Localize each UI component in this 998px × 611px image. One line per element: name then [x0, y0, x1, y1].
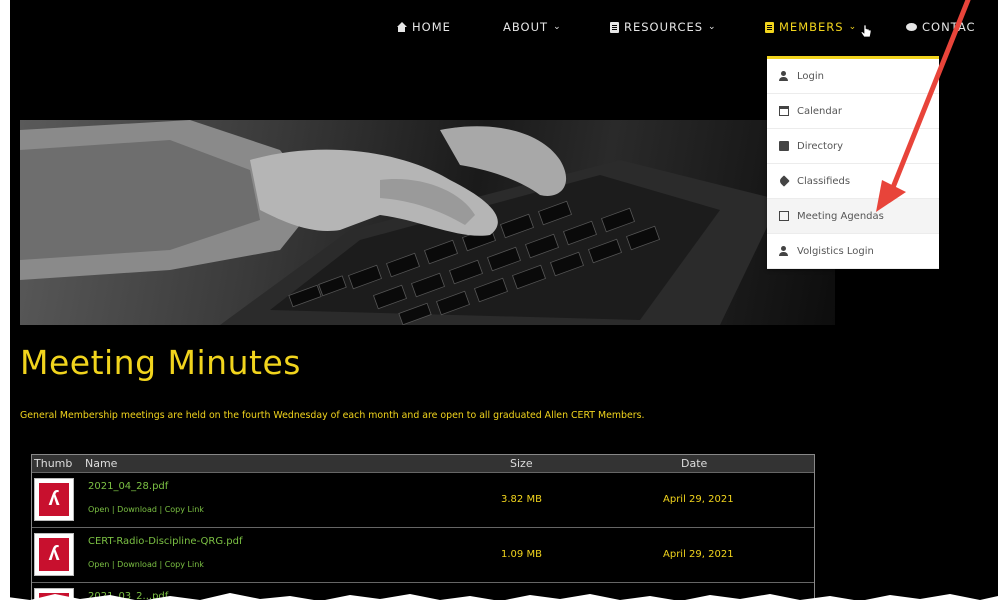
chat-icon [906, 22, 917, 33]
copy-link[interactable]: Copy Link [165, 560, 204, 569]
document-icon [779, 141, 789, 151]
files-table: Thumb Name Size Date ʎ 2021_04_28.pdf Op… [31, 454, 815, 600]
table-row: ʎ 2021_04_28.pdf Open | Download | Copy … [32, 472, 814, 527]
file-name-link[interactable]: CERT-Radio-Discipline-QRG.pdf [88, 536, 243, 547]
dropdown-item-label: Classifieds [797, 175, 851, 187]
document-icon [765, 21, 774, 33]
pdf-icon: ʎ [39, 483, 69, 516]
download-link[interactable]: Download [117, 505, 157, 514]
file-date: April 29, 2021 [663, 549, 734, 560]
chevron-down-icon: ⌄ [708, 22, 717, 32]
dropdown-item-calendar[interactable]: Calendar [767, 94, 939, 129]
dropdown-item-meeting-agendas[interactable]: Meeting Agendas [767, 199, 939, 234]
table-header: Thumb Name Size Date [32, 455, 814, 472]
nav-resources[interactable]: RESOURCES ⌄ [610, 20, 717, 34]
dropdown-item-directory[interactable]: Directory [767, 129, 939, 164]
hand-cursor-icon [860, 24, 872, 38]
header-thumb[interactable]: Thumb [34, 457, 72, 470]
nav-contact-label: CONTAC [922, 20, 976, 34]
dropdown-item-label: Login [797, 70, 824, 82]
nav-about-label: ABOUT [503, 20, 549, 34]
nav-members-label: MEMBERS [779, 20, 844, 34]
page-title: Meeting Minutes [20, 343, 301, 382]
table-row: ʎ CERT-Radio-Discipline-QRG.pdf Open | D… [32, 527, 814, 582]
dropdown-item-label: Meeting Agendas [797, 210, 884, 222]
file-actions: Open | Download | Copy Link [88, 505, 204, 514]
header-date[interactable]: Date [681, 457, 707, 470]
dropdown-item-classifieds[interactable]: Classifieds [767, 164, 939, 199]
file-size: 1.09 MB [501, 549, 542, 560]
chevron-down-icon: ⌄ [553, 22, 562, 32]
calendar-icon [779, 106, 789, 116]
screen: HOME ABOUT ⌄ RESOURCES ⌄ MEMBERS ⌄ CONTA… [10, 0, 998, 600]
tag-icon [778, 175, 790, 187]
header-size[interactable]: Size [510, 457, 533, 470]
nav-members[interactable]: MEMBERS ⌄ [765, 20, 857, 34]
file-size: 3.82 MB [501, 494, 542, 505]
header-name[interactable]: Name [85, 457, 117, 470]
home-icon [396, 21, 407, 33]
nav-home[interactable]: HOME [396, 20, 451, 34]
dropdown-item-label: Volgistics Login [797, 245, 874, 257]
copy-link[interactable]: Copy Link [165, 505, 204, 514]
open-link[interactable]: Open [88, 505, 109, 514]
top-nav: HOME ABOUT ⌄ RESOURCES ⌄ MEMBERS ⌄ CONTA… [10, 0, 998, 58]
pdf-icon: ʎ [39, 538, 69, 571]
nav-home-label: HOME [412, 20, 451, 34]
users-icon [779, 71, 789, 81]
dropdown-item-label: Directory [797, 140, 844, 152]
file-name-link[interactable]: 2021_04_28.pdf [88, 481, 168, 492]
dropdown-item-volgistics-login[interactable]: Volgistics Login [767, 234, 939, 269]
hero-image [20, 120, 835, 325]
nav-about[interactable]: ABOUT ⌄ [503, 20, 562, 34]
document-icon [610, 21, 619, 33]
page-intro: General Membership meetings are held on … [20, 410, 645, 421]
dropdown-item-login[interactable]: Login [767, 59, 939, 94]
file-date: April 29, 2021 [663, 494, 734, 505]
nav-resources-label: RESOURCES [624, 20, 704, 34]
pdf-thumbnail[interactable]: ʎ [34, 533, 74, 576]
chevron-down-icon: ⌄ [848, 22, 858, 32]
members-dropdown: Login Calendar Directory Classifieds Mee… [767, 56, 939, 269]
open-link[interactable]: Open [88, 560, 109, 569]
file-icon [779, 211, 789, 221]
nav-contact[interactable]: CONTAC [906, 20, 976, 34]
dropdown-item-label: Calendar [797, 105, 842, 117]
user-gear-icon [779, 246, 789, 256]
torn-edge [0, 593, 998, 611]
pdf-thumbnail[interactable]: ʎ [34, 478, 74, 521]
file-actions: Open | Download | Copy Link [88, 560, 204, 569]
download-link[interactable]: Download [117, 560, 157, 569]
